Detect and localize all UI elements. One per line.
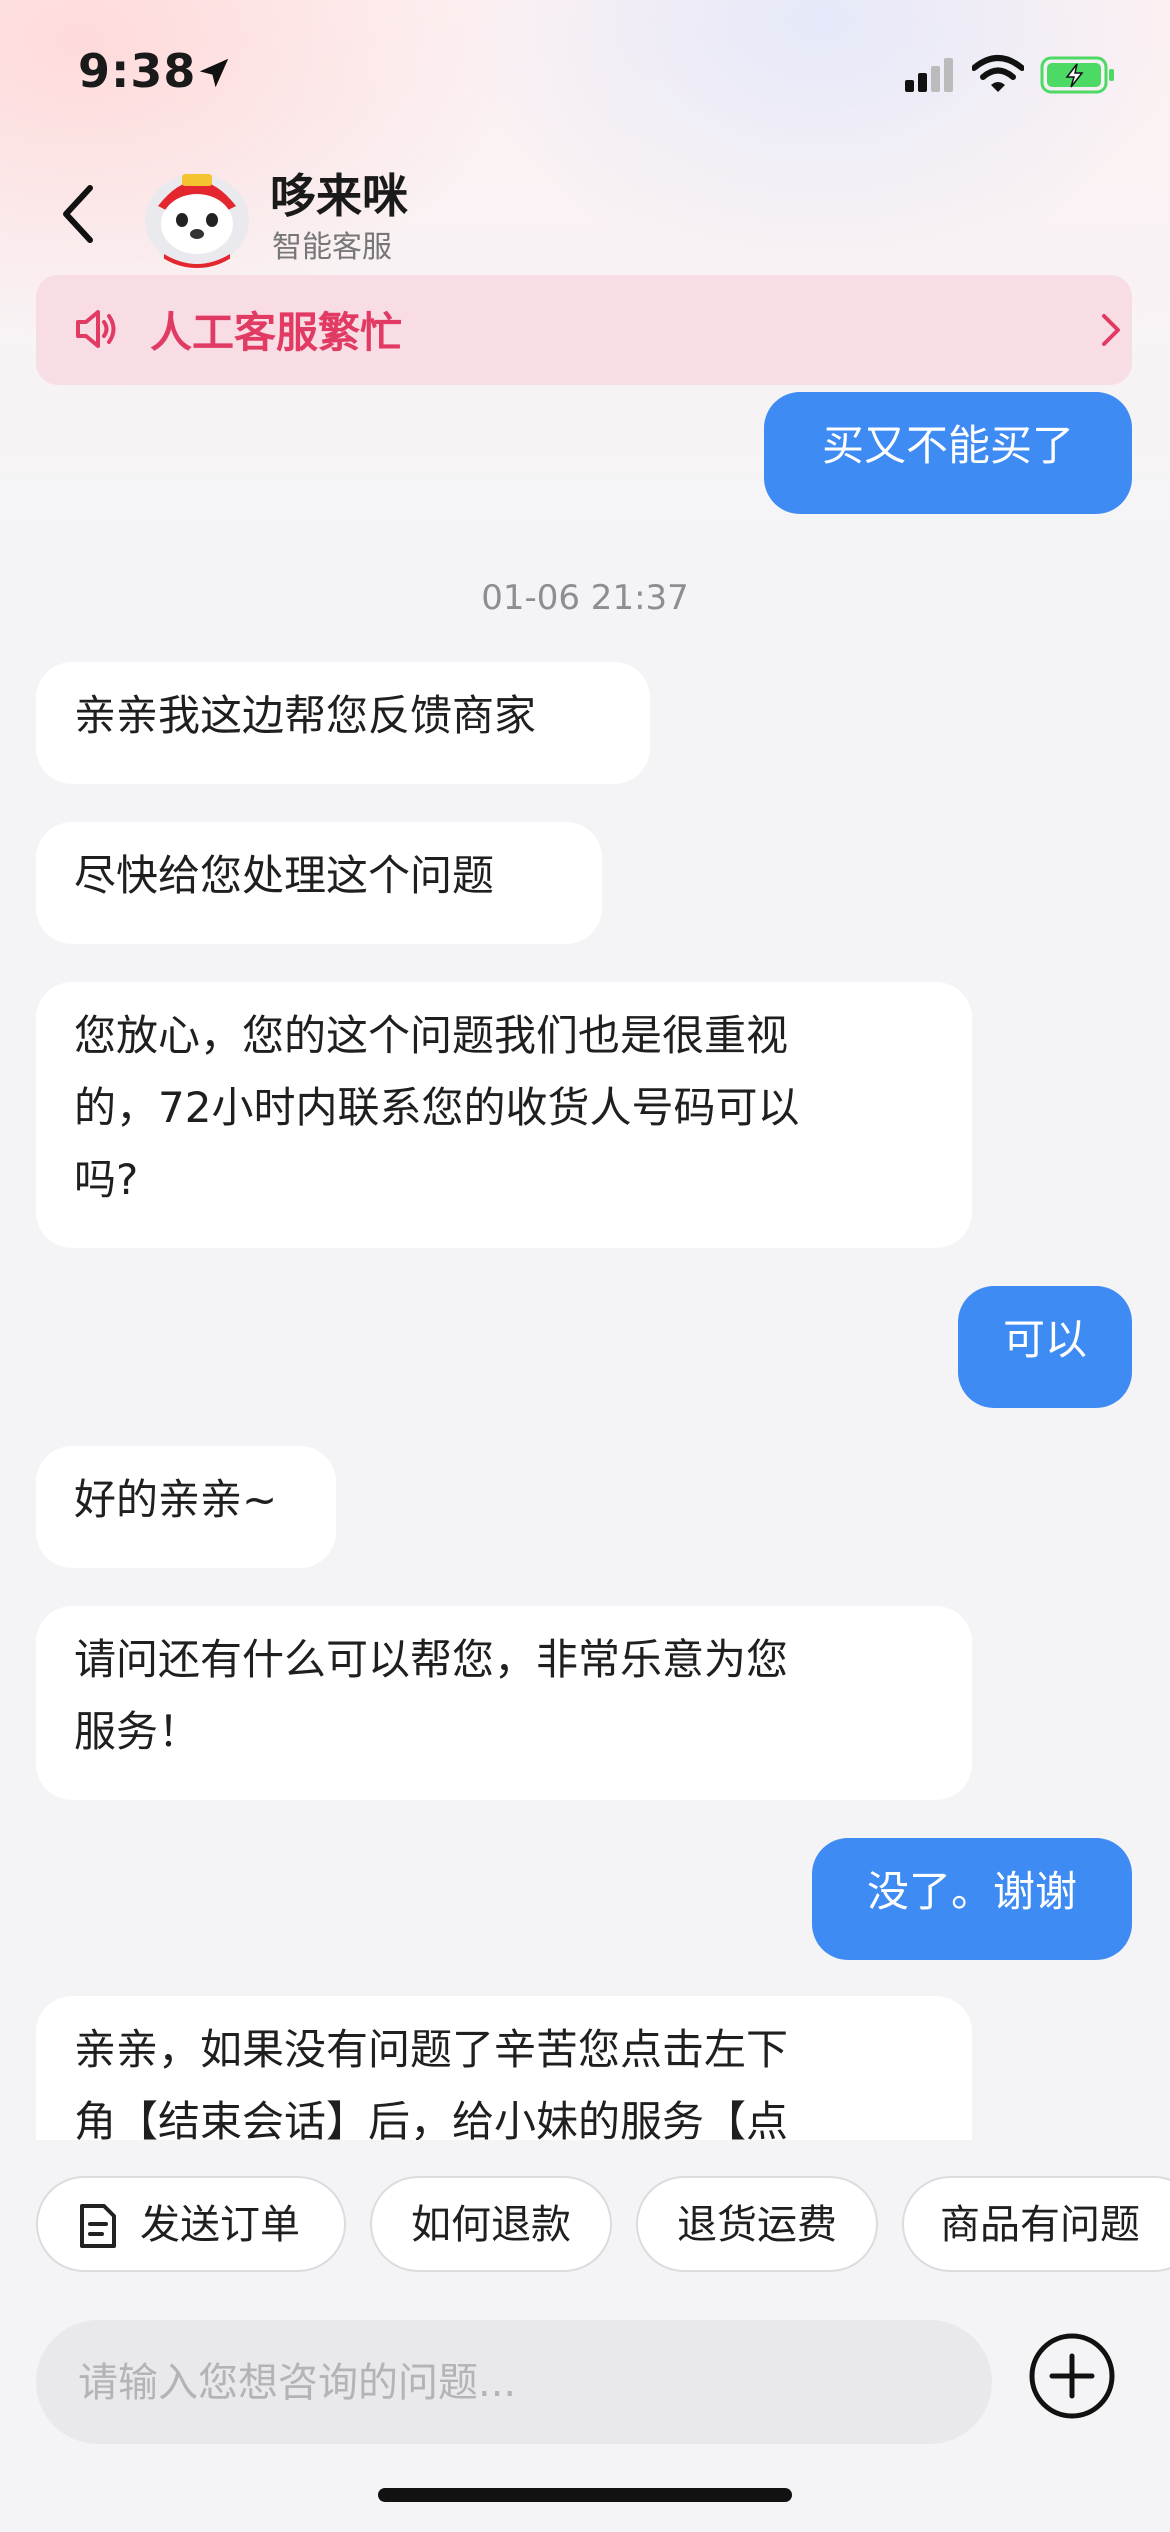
message-text-line: 您放心，您的这个问题我们也是很重视 bbox=[74, 1011, 789, 1060]
chip-label: 发送订单 bbox=[140, 2202, 300, 2248]
message-bubble-outgoing[interactable]: 买又不能买了 bbox=[764, 392, 1132, 514]
message-text-line: 吗? bbox=[74, 1155, 139, 1204]
quick-reply-how-to-refund[interactable]: 如何退款 bbox=[370, 2176, 612, 2272]
quick-reply-row: 发送订单 如何退款 退货运费 商品有问题 bbox=[36, 2176, 1170, 2276]
quick-reply-product-issue[interactable]: 商品有问题 bbox=[902, 2176, 1170, 2272]
home-indicator bbox=[378, 2488, 792, 2502]
message-bubble-incoming[interactable]: 尽快给您处理这个问题 bbox=[36, 822, 602, 944]
message-text: 可以 bbox=[1002, 1315, 1087, 1364]
chip-label: 如何退款 bbox=[411, 2202, 571, 2248]
message-text: 亲亲我这边帮您反馈商家 bbox=[74, 691, 537, 740]
message-text-line: 请问还有什么可以帮您，非常乐意为您 bbox=[74, 1635, 789, 1684]
message-bubble-incoming[interactable]: 您放心，您的这个问题我们也是很重视 的，72小时内联系您的收货人号码可以 吗? bbox=[36, 982, 972, 1248]
status-bar: 9:38 bbox=[0, 0, 1170, 150]
chevron-right-icon bbox=[1102, 314, 1120, 346]
chip-label: 退货运费 bbox=[677, 2202, 837, 2248]
human-agent-busy-banner[interactable]: 人工客服繁忙 bbox=[36, 275, 1132, 385]
quick-reply-return-shipping[interactable]: 退货运费 bbox=[636, 2176, 878, 2272]
agent-role: 智能客服 bbox=[272, 230, 392, 265]
message-bubble-incoming[interactable]: 请问还有什么可以帮您，非常乐意为您 服务！ bbox=[36, 1606, 972, 1800]
message-text-line: 亲亲，如果没有问题了辛苦您点击左下 bbox=[74, 2025, 789, 2074]
input-area: 发送订单 如何退款 退货运费 商品有问题 bbox=[0, 2140, 1170, 2532]
agent-name: 哆来咪 bbox=[270, 169, 408, 223]
message-input[interactable] bbox=[76, 2320, 960, 2446]
message-bubble-incoming[interactable]: 亲亲我这边帮您反馈商家 bbox=[36, 662, 650, 784]
chat-header: 哆来咪 智能客服 bbox=[0, 150, 1170, 270]
message-input-box[interactable] bbox=[36, 2320, 992, 2446]
message-bubble-incoming[interactable]: 亲亲，如果没有问题了辛苦您点击左下 角【结束会话】后，给小妹的服务【点 bbox=[36, 1996, 972, 2140]
banner-text: 人工客服繁忙 bbox=[150, 308, 403, 357]
cellular-signal-icon bbox=[905, 58, 953, 92]
back-chevron-icon[interactable] bbox=[50, 174, 110, 254]
message-text: 尽快给您处理这个问题 bbox=[74, 851, 495, 900]
message-text: 好的亲亲~ bbox=[74, 1475, 278, 1524]
location-arrow-icon bbox=[199, 58, 229, 88]
message-text-line: 的，72小时内联系您的收货人号码可以 bbox=[74, 1083, 800, 1132]
status-time: 9:38 bbox=[78, 44, 197, 98]
speaker-icon bbox=[76, 310, 116, 348]
message-bubble-incoming[interactable]: 好的亲亲~ bbox=[36, 1446, 336, 1568]
message-text-line: 角【结束会话】后，给小妹的服务【点 bbox=[74, 2097, 789, 2140]
plus-circle-icon[interactable] bbox=[1026, 2330, 1118, 2422]
avatar bbox=[145, 174, 249, 268]
document-icon bbox=[80, 2204, 116, 2248]
message-text-line: 服务！ bbox=[74, 1707, 201, 1756]
wifi-icon bbox=[972, 55, 1024, 92]
message-bubble-outgoing[interactable]: 没了。谢谢 bbox=[812, 1838, 1132, 1960]
message-timestamp: 01-06 21:37 bbox=[481, 578, 689, 618]
battery-charging-icon bbox=[1040, 56, 1114, 94]
message-bubble-outgoing[interactable]: 可以 bbox=[958, 1286, 1132, 1408]
message-text: 没了。谢谢 bbox=[866, 1867, 1077, 1916]
message-text: 买又不能买了 bbox=[821, 421, 1074, 470]
chip-label: 商品有问题 bbox=[940, 2202, 1140, 2248]
quick-reply-send-order[interactable]: 发送订单 bbox=[36, 2176, 346, 2272]
